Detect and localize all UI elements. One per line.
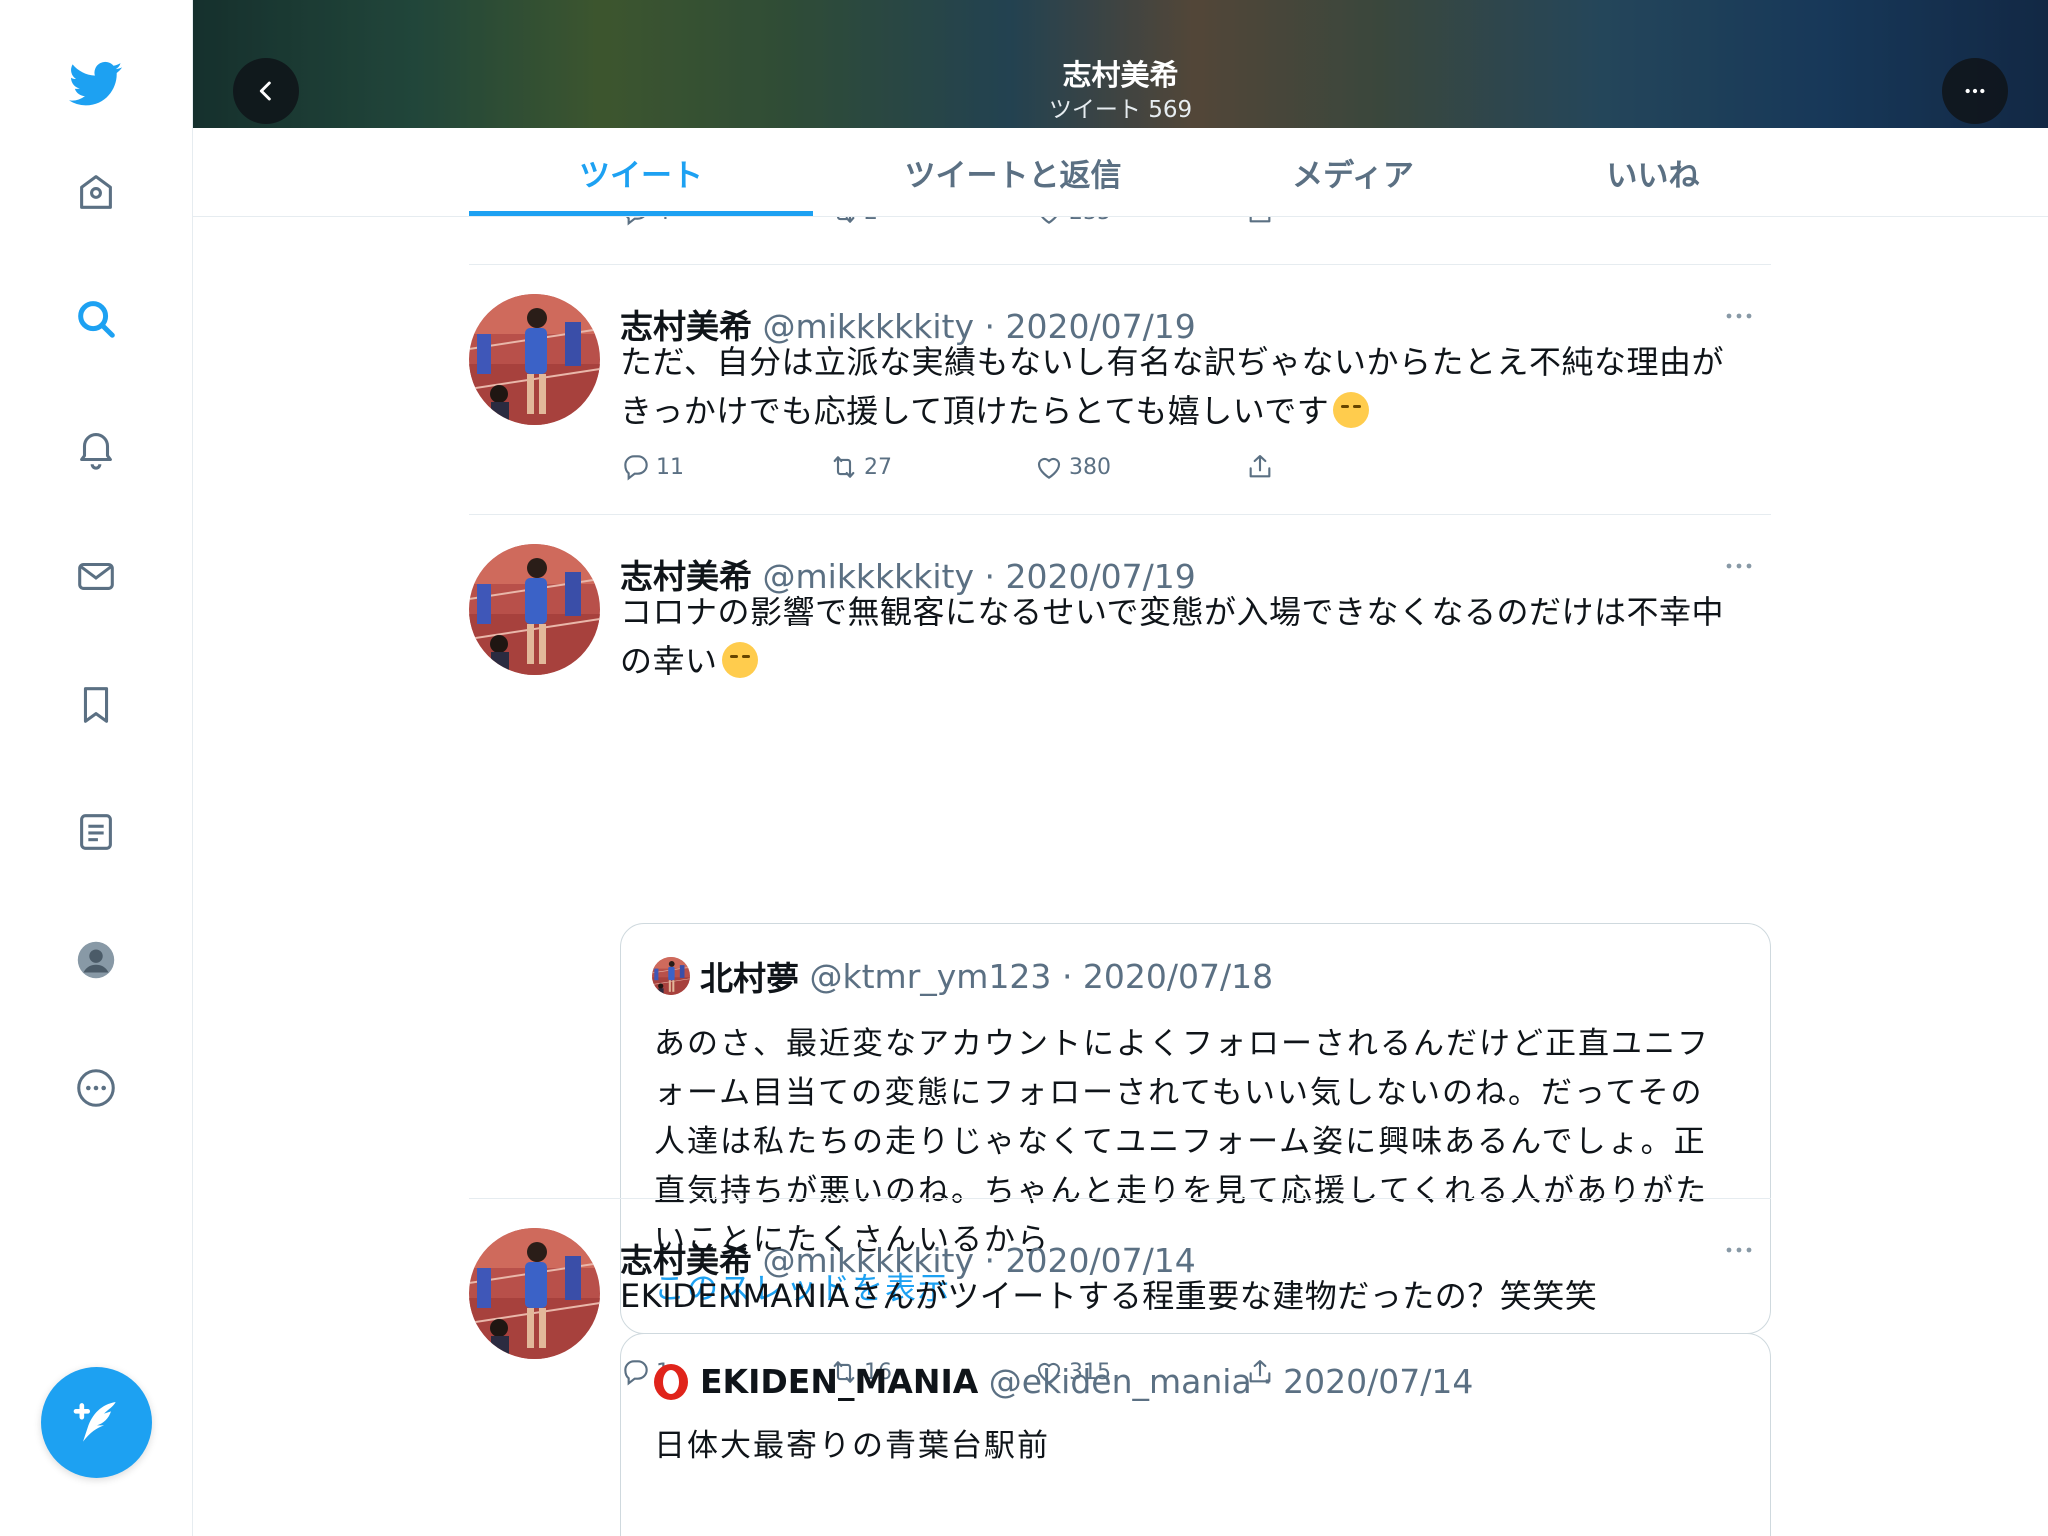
quoted-display-name: EKIDEN_MANIA [700, 1362, 979, 1401]
pensive-face-emoji-icon [721, 642, 758, 678]
tweet-actions: 4 2 235 [620, 217, 1320, 232]
share-icon [1244, 451, 1276, 483]
retweet-button[interactable]: 2 [828, 217, 878, 232]
quoted-tweet-header: EKIDEN_MANIA @ekiden_mania · 2020/07/14 [652, 1362, 1473, 1401]
profile-tabs: ツイート ツイートと返信 メディア いいね [193, 128, 2048, 217]
home-icon[interactable] [56, 152, 136, 232]
tweet-count: ツイート 569 [1048, 97, 1193, 123]
like-button[interactable]: 380 [1033, 447, 1111, 487]
tweet-text-line: コロナの影響で無観客になるせいで変態が入場できなくなるのだけは不幸中 [620, 593, 1725, 631]
tweet-text-line: の幸い [620, 642, 718, 680]
profile-name-title: 志村美希 [1062, 58, 1179, 92]
tab-media[interactable]: メディア [1233, 128, 1473, 216]
retweet-icon [828, 217, 860, 228]
messages-mail-icon[interactable] [56, 536, 136, 616]
tweet-text: EKIDENMANIAさんがツイートする程重要な建物だったの？笑笑笑 [620, 1277, 1598, 1315]
tweet-text-line: ただ、自分は立派な実績もないし有名な訳ぢゃないからたとえ不純な理由が [620, 343, 1725, 381]
notifications-bell-icon[interactable] [56, 408, 136, 488]
share-icon [1244, 217, 1276, 228]
reply-button[interactable]: 11 [620, 447, 684, 487]
quoted-user-avatar [652, 957, 690, 995]
quoted-text-line: あのさ、最近変なアカウントによくフォローされるんだけど正直ユニフ [654, 1026, 1710, 1062]
quoted-user-handle: @ekiden_mania [988, 1362, 1252, 1401]
like-count: 380 [1069, 454, 1111, 480]
user-avatar[interactable] [469, 1228, 600, 1359]
quoted-text-line: 人達は私たちの走りじゃなくてユニフォーム姿に興味あるんでしょ。正 [654, 1124, 1707, 1160]
divider [469, 1198, 1771, 1199]
quoted-user-avatar-logo-icon [654, 1363, 688, 1400]
tweet-more-icon[interactable] [1723, 556, 1755, 576]
left-nav [0, 0, 193, 1536]
share-button[interactable] [1244, 447, 1280, 487]
user-avatar[interactable] [469, 544, 600, 675]
tweet-text: コロナの影響で無観客になるせいで変態が入場できなくなるのだけは不幸中 の幸い [620, 588, 1770, 686]
divider [469, 264, 1771, 265]
tweet[interactable]: 志村美希 @mikkkkkity · 2020/07/19 ただ、自分は立派な実… [469, 294, 1771, 504]
reply-count: 11 [656, 454, 684, 480]
tab-tweets[interactable]: ツイート [469, 128, 813, 216]
tab-tweets-and-replies[interactable]: ツイートと返信 [833, 128, 1193, 216]
retweet-count: 27 [864, 454, 892, 480]
heart-icon [1033, 217, 1065, 228]
quoted-tweet-header: 北村夢 @ktmr_ym123 · 2020/07/18 [652, 952, 1273, 1000]
quoted-display-name: 北村夢 [700, 959, 799, 998]
tweet[interactable]: 志村美希 @mikkkkkity · 2020/07/14 EKIDENMANI… [469, 1228, 1771, 1536]
tweet-text: ただ、自分は立派な実績もないし有名な訳ぢゃないからたとえ不純な理由が きっかけで… [620, 338, 1770, 436]
profile-avatar-icon[interactable] [56, 920, 136, 1000]
quoted-tweet-date: · 2020/07/18 [1061, 956, 1274, 996]
divider [469, 514, 1771, 515]
quoted-user-handle: @ktmr_ym123 [809, 956, 1052, 996]
tweet-timeline: 4 2 235 志村美希 @mikkkkkity · 2020/07/19 ただ… [469, 217, 1771, 1536]
heart-icon [1033, 451, 1065, 483]
reply-icon [620, 217, 652, 228]
more-dots-icon [1965, 88, 1985, 94]
tweet-actions: 11 27 380 [620, 447, 1320, 487]
retweet-count: 2 [864, 217, 878, 225]
reply-count: 4 [656, 217, 670, 225]
quoted-text-line: 直気持ちが悪いのね。ちゃんと走りを見て応援してくれる人がありがた [654, 1173, 1709, 1209]
retweet-button[interactable]: 27 [828, 447, 892, 487]
tweet-more-icon[interactable] [1723, 1240, 1755, 1260]
bookmarks-icon[interactable] [56, 665, 136, 745]
tweet[interactable]: 志村美希 @mikkkkkity · 2020/07/19 コロナの影響で無観客… [469, 544, 1771, 1385]
like-count: 235 [1069, 217, 1111, 225]
share-button[interactable] [1244, 217, 1280, 232]
reply-icon [620, 451, 652, 483]
more-options-icon[interactable] [56, 1048, 136, 1128]
quoted-tweet-text: 日体大最寄りの青葉台駅前 [654, 1428, 1050, 1464]
user-avatar[interactable] [469, 294, 600, 425]
relieved-face-emoji-icon [1333, 392, 1370, 428]
lists-icon[interactable] [56, 792, 136, 872]
like-button[interactable]: 235 [1033, 217, 1111, 232]
retweet-icon [828, 451, 860, 483]
compose-feather-icon [73, 1401, 116, 1442]
quoted-text-line: ォーム目当ての変態にフォローされてもいい気しないのね。だってその [654, 1075, 1704, 1111]
compose-tweet-button[interactable] [41, 1367, 152, 1478]
explore-search-icon[interactable] [56, 279, 136, 359]
tab-likes[interactable]: いいね [1533, 128, 1773, 216]
tweet-text-line: きっかけでも応援して頂けたらとても嬉しいです [620, 392, 1330, 430]
quoted-tweet[interactable]: EKIDEN_MANIA @ekiden_mania · 2020/07/14 … [620, 1333, 1771, 1536]
profile-header-banner: 志村美希 ツイート 569 [193, 0, 2048, 128]
quoted-tweet-date: · 2020/07/14 [1262, 1362, 1474, 1401]
twitter-logo-icon[interactable] [56, 44, 136, 124]
reply-button[interactable]: 4 [620, 217, 670, 232]
header-more-button[interactable] [1942, 58, 2008, 124]
tweet-more-icon[interactable] [1723, 306, 1755, 326]
